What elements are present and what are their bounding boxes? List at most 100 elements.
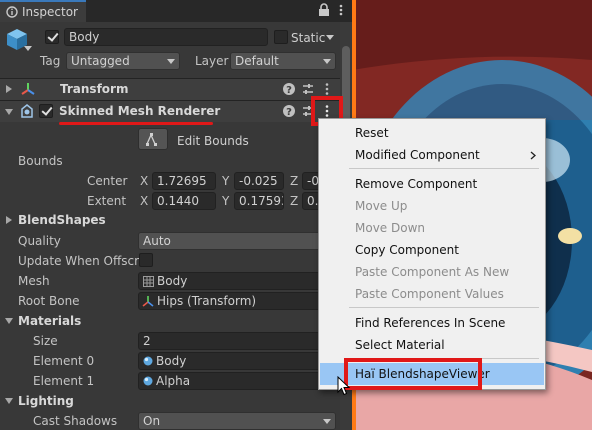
center-label: Center — [87, 174, 128, 188]
inspector-tab[interactable]: Inspector — [0, 0, 86, 22]
tag-label: Tag — [40, 54, 61, 68]
center-x-value: 1.72695 — [157, 174, 207, 188]
center-z-label: Z — [290, 174, 299, 188]
inspector-tab-title: Inspector — [22, 5, 78, 19]
mouse-cursor-icon — [337, 376, 351, 396]
menu-item-modified-component[interactable]: Modified Component — [320, 144, 544, 166]
tag-value: Untagged — [71, 54, 130, 68]
menu-item-label: Move Up — [355, 199, 408, 213]
cast-shadows-dropdown[interactable]: On — [138, 412, 336, 430]
edit-bounds-button[interactable] — [138, 128, 168, 150]
quality-value: Auto — [143, 234, 171, 248]
mesh-label: Mesh — [18, 274, 50, 288]
mesh-object-field[interactable]: Body — [138, 272, 328, 290]
menu-item-paste-component-values[interactable]: Paste Component Values — [320, 283, 544, 305]
info-icon — [6, 6, 18, 18]
element0-object-field[interactable]: Body — [138, 352, 328, 370]
menu-separator — [349, 168, 539, 169]
blendshapes-foldout-arrow[interactable] — [6, 216, 12, 224]
materials-size-field[interactable]: 2 — [138, 332, 328, 350]
menu-item-move-up[interactable]: Move Up — [320, 195, 544, 217]
extent-x-field[interactable]: 0.1440 — [152, 192, 216, 210]
kebab-menu-icon[interactable] — [320, 82, 334, 96]
lighting-label[interactable]: Lighting — [18, 394, 74, 408]
extent-x-value: 0.1440 — [157, 194, 199, 208]
static-label: Static — [291, 31, 326, 45]
center-y-value: -0.025 — [239, 174, 278, 188]
menu-item-paste-component-as-new[interactable]: Paste Component As New — [320, 261, 544, 283]
smr-foldout-arrow[interactable] — [5, 109, 13, 115]
chevron-down-icon — [323, 419, 331, 424]
mesh-grid-icon — [143, 276, 154, 287]
bounds-edit-icon — [146, 133, 157, 146]
menu-separator — [349, 307, 539, 308]
center-y-field[interactable]: -0.025 — [234, 172, 284, 190]
menu-item-label: Paste Component Values — [355, 287, 504, 301]
transform-axes-icon — [142, 296, 154, 307]
menu-item-label: Select Material — [355, 338, 445, 352]
root-bone-object-field[interactable]: Hips (Transform) — [138, 292, 328, 310]
extent-x-label: X — [140, 194, 149, 208]
menu-item-label: Remove Component — [355, 177, 478, 191]
element1-label: Element 1 — [33, 374, 95, 388]
center-x-field[interactable]: 1.72695 — [152, 172, 216, 190]
extent-z-label: Z — [290, 194, 299, 208]
materials-foldout-arrow[interactable] — [5, 318, 13, 324]
menu-item-move-down[interactable]: Move Down — [320, 217, 544, 239]
layer-value: Default — [235, 54, 279, 68]
object-name-text: Body — [69, 30, 100, 44]
lighting-foldout-arrow[interactable] — [5, 398, 13, 404]
menu-item-copy-component[interactable]: Copy Component — [320, 239, 544, 261]
element0-value: Body — [156, 354, 187, 368]
tag-dropdown[interactable]: Untagged — [66, 52, 180, 70]
extent-y-label: Y — [222, 194, 230, 208]
active-checkbox[interactable] — [45, 30, 59, 44]
red-underline-annotation — [59, 122, 213, 125]
help-icon[interactable]: ? — [282, 82, 296, 96]
layer-dropdown[interactable]: Default — [230, 52, 336, 70]
lock-icon[interactable] — [318, 3, 330, 17]
material-sphere-icon — [143, 356, 153, 366]
materials-label[interactable]: Materials — [18, 314, 81, 328]
object-name-field[interactable]: Body — [64, 28, 268, 46]
menu-item-label: Copy Component — [355, 243, 459, 257]
transform-title: Transform — [60, 82, 129, 96]
menu-item-select-material[interactable]: Select Material — [320, 334, 544, 356]
center-y-label: Y — [222, 174, 230, 188]
root-bone-label: Root Bone — [18, 294, 80, 308]
chevron-down-icon — [323, 59, 331, 64]
smr-enabled-checkbox[interactable] — [39, 104, 53, 118]
mesh-value: Body — [157, 274, 188, 288]
skinned-mesh-icon — [21, 104, 33, 118]
center-x-label: X — [140, 174, 149, 188]
materials-size-label: Size — [33, 334, 58, 348]
transform-foldout-arrow[interactable] — [6, 85, 12, 93]
extent-y-field[interactable]: 0.17593 — [234, 192, 284, 210]
svg-text:?: ? — [286, 107, 292, 118]
cast-shadows-value: On — [143, 414, 161, 428]
chevron-right-icon — [530, 151, 536, 160]
material-sphere-icon — [143, 376, 153, 386]
update-offscreen-checkbox[interactable] — [139, 253, 153, 267]
static-checkbox[interactable] — [274, 30, 288, 44]
help-icon[interactable]: ? — [282, 104, 296, 118]
chevron-down-icon — [167, 59, 175, 64]
menu-item-find-references[interactable]: Find References In Scene — [320, 312, 544, 334]
component-context-menu: Reset Modified Component Remove Componen… — [318, 118, 546, 390]
update-offscreen-label: Update When Offscre — [18, 254, 147, 268]
menu-item-remove-component[interactable]: Remove Component — [320, 173, 544, 195]
menu-item-label: Move Down — [355, 221, 425, 235]
quality-dropdown[interactable]: Auto — [138, 232, 328, 250]
svg-text:?: ? — [286, 85, 292, 96]
blendshapes-label[interactable]: BlendShapes — [18, 213, 106, 227]
element0-label: Element 0 — [33, 354, 95, 368]
element1-value: Alpha — [156, 374, 191, 388]
menu-item-reset[interactable]: Reset — [320, 122, 544, 144]
element1-object-field[interactable]: Alpha — [138, 372, 328, 390]
preset-sliders-icon[interactable] — [301, 82, 315, 96]
root-bone-value: Hips (Transform) — [157, 294, 257, 308]
icon-dropdown-caret[interactable] — [24, 46, 32, 51]
static-dropdown-caret[interactable] — [326, 35, 334, 40]
bounds-label: Bounds — [18, 154, 63, 168]
tab-menu-icon[interactable] — [336, 3, 346, 17]
